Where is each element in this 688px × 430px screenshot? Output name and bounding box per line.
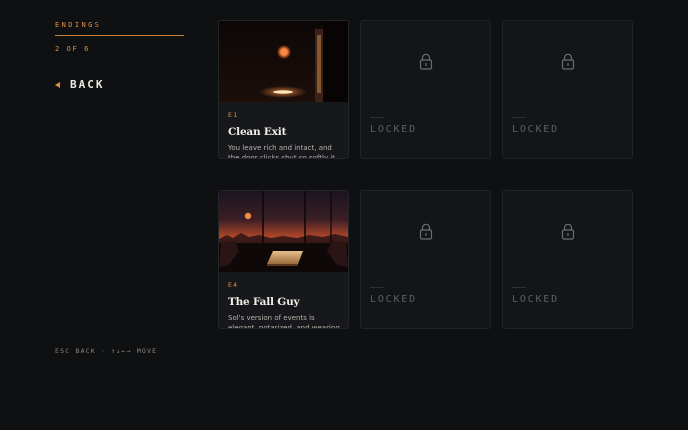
ending-title: The Fall Guy bbox=[228, 296, 300, 308]
ending-code: E4 bbox=[228, 281, 239, 289]
ending-art-clean-exit bbox=[219, 21, 348, 102]
ending-card-5[interactable]: ——— LOCKED bbox=[360, 190, 491, 329]
endings-grid: E1 Clean Exit You leave rich and intact,… bbox=[218, 20, 634, 350]
ending-card-4[interactable]: E4 The Fall Guy Sol's version of events … bbox=[218, 190, 349, 329]
endings-progress: 2 OF 6 bbox=[55, 45, 90, 53]
ending-card-3[interactable]: ——— LOCKED bbox=[502, 20, 633, 159]
padlock-icon bbox=[561, 53, 575, 70]
controls-hint: ESC BACK · ↑↓←→ MOVE bbox=[55, 347, 158, 355]
locked-code: ——— bbox=[512, 283, 527, 291]
ending-title: Clean Exit bbox=[228, 126, 287, 138]
padlock-icon bbox=[419, 223, 433, 240]
back-label: BACK bbox=[70, 78, 105, 91]
ending-code: E1 bbox=[228, 111, 239, 119]
locked-label: LOCKED bbox=[370, 124, 417, 135]
locked-label: LOCKED bbox=[370, 294, 417, 305]
locked-code: ——— bbox=[370, 283, 385, 291]
ending-art-the-fall-guy bbox=[219, 191, 348, 272]
padlock-icon bbox=[561, 223, 575, 240]
sidebar: ENDINGS 2 OF 6 BACK ESC BACK · ↑↓←→ MOVE bbox=[55, 0, 185, 430]
ending-card-6[interactable]: ——— LOCKED bbox=[502, 190, 633, 329]
endings-heading: ENDINGS bbox=[55, 21, 102, 29]
back-button[interactable]: BACK bbox=[55, 78, 105, 91]
heading-divider bbox=[55, 35, 184, 36]
ending-description: You leave rich and intact, and the door … bbox=[228, 144, 335, 159]
ending-description: Sol's version of events is elegant, nota… bbox=[228, 314, 340, 329]
locked-code: ——— bbox=[512, 113, 527, 121]
locked-label: LOCKED bbox=[512, 124, 559, 135]
triangle-left-icon bbox=[55, 81, 60, 88]
locked-label: LOCKED bbox=[512, 294, 559, 305]
locked-code: ——— bbox=[370, 113, 385, 121]
ending-card-2[interactable]: ——— LOCKED bbox=[360, 20, 491, 159]
padlock-icon bbox=[419, 53, 433, 70]
ending-card-1[interactable]: E1 Clean Exit You leave rich and intact,… bbox=[218, 20, 349, 159]
